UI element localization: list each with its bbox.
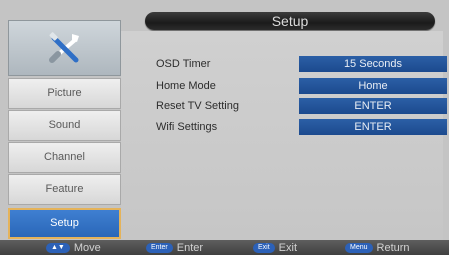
setting-value[interactable]: ENTER [299,98,447,114]
setting-row-osd-timer[interactable]: OSD Timer 15 Seconds [132,56,449,72]
exit-key-icon: Exit [253,243,275,253]
menu-item-feature[interactable]: Feature [8,174,121,205]
tv-setup-screen: Setup Picture Sound Channel Feature Setu… [0,0,449,255]
setting-value[interactable]: Home [299,78,447,94]
menu-item-sound[interactable]: Sound [8,110,121,141]
hint-label: Enter [176,242,204,254]
menu-key-icon: Menu [345,243,373,253]
hint-label: Exit [278,242,298,254]
hint-enter: Enter Enter [146,242,203,254]
setting-label: Wifi Settings [156,121,218,133]
tools-icon [49,32,79,63]
hint-move: ▲▼ Move [46,242,101,254]
menu-item-setup[interactable]: Setup [8,208,121,239]
settings-panel: OSD Timer 15 Seconds Home Mode Home Rese… [121,31,447,240]
page-title: Setup [271,13,309,29]
setting-row-home-mode[interactable]: Home Mode Home [132,78,449,94]
menu-icon-tile [8,20,121,76]
hint-label: Return [376,242,410,254]
setting-row-reset-tv[interactable]: Reset TV Setting ENTER [132,98,449,114]
setting-label: OSD Timer [156,58,211,70]
move-key-icon: ▲▼ [46,243,70,253]
setting-label: Reset TV Setting [156,100,239,112]
setting-value[interactable]: ENTER [299,119,447,135]
hint-return: Menu Return [345,242,410,254]
enter-key-icon: Enter [146,243,173,253]
menu-item-picture[interactable]: Picture [8,78,121,109]
setting-label: Home Mode [156,80,216,92]
header-bar: Setup [145,12,435,30]
menu-item-channel[interactable]: Channel [8,142,121,173]
hint-label: Move [73,242,101,254]
footer-hints: ▲▼ Move Enter Enter Exit Exit Menu Retur… [0,240,449,255]
setting-value[interactable]: 15 Seconds [299,56,447,72]
hint-exit: Exit Exit [253,242,297,254]
menu-rail: Picture Sound Channel Feature Setup [8,20,121,240]
setting-row-wifi[interactable]: Wifi Settings ENTER [132,119,449,135]
